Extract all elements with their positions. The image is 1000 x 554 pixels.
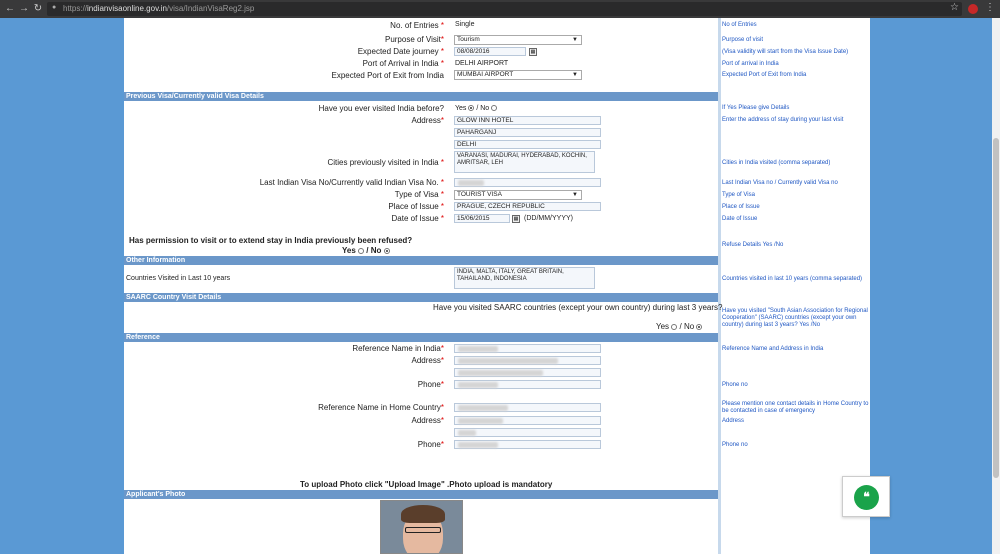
journey-help: (Visa validity will start from the Visa … [722,49,849,55]
place-of-issue-help: Place of Issue [722,204,760,210]
bookmark-star-icon[interactable]: ☆ [950,2,959,13]
visa-type-label: Type of Visa * [394,190,444,199]
cities-help: Cities in India visited (comma separated… [722,160,831,166]
date-format-hint: (DD/MM/YYYY) [524,215,573,222]
visited-before-label: Have you ever visited India before? [318,104,444,113]
home-address-label: Address* [411,416,444,425]
scrollbar-thumb[interactable] [993,138,999,478]
visited-no-radio[interactable] [491,105,498,112]
redacted-name [458,405,508,411]
arrival-label: Port of Arrival in India * [362,59,444,68]
browser-toolbar: ← → ↻ ● https://indianvisaonline.gov.in/… [0,0,1000,18]
refused-yes-radio[interactable] [358,247,365,254]
home-help: Please mention one contact details in Ho… [722,401,869,414]
redacted-address [458,370,543,376]
entries-help: No of Entries [722,22,757,28]
place-of-issue-input[interactable]: PRAGUE, CZECH REPUBLIC [454,202,601,211]
journey-date-input[interactable]: 08/08/2016 [454,47,526,56]
address-bar[interactable]: ● https://indianvisaonline.gov.in/visa/I… [47,2,962,16]
saarc-yes-radio[interactable] [671,323,678,330]
journey-label: Expected Date journey * [357,47,444,56]
exit-label: Expected Port of Exit from India [331,71,445,80]
redacted-address [458,358,558,364]
refused-radios: Yes / No [342,246,390,255]
forward-icon[interactable]: → [18,3,30,15]
other-info-section-title: Other Information [124,256,718,265]
calendar-icon[interactable]: ▦ [529,48,537,56]
redacted-phone [458,442,498,448]
home-name-label: Reference Name in Home Country* [318,403,444,412]
exit-help: Expected Port of Exit from India [722,72,807,78]
visited-before-radios: Yes / No [455,105,498,112]
visa-type-help: Type of Visa [722,192,755,198]
refused-no-radio[interactable] [383,247,390,254]
entries-value: Single [455,21,475,28]
arrival-value: DELHI AIRPORT [455,60,509,67]
entries-label: No. of Entries * [390,21,444,30]
redacted-name [458,346,498,352]
previous-visa-section-title: Previous Visa/Currently valid Visa Detai… [124,92,718,101]
india-address-label: Address* [411,356,444,365]
saarc-no-radio[interactable] [696,323,703,330]
url-text: https://indianvisaonline.gov.in/visa/Ind… [63,4,255,13]
lock-icon: ● [52,4,57,11]
date-of-issue-input[interactable]: 15/06/2015 [454,214,510,223]
visited-help: If Yes Please give Details [722,105,790,111]
countries-label: Countries Visited in Last 10 years [126,275,231,282]
date-of-issue-help: Date of Issue [722,216,758,222]
kebab-menu-icon[interactable]: ⋮ [985,2,995,13]
redacted-address [458,430,476,436]
reference-section-title: Reference [124,333,718,342]
scrollbar[interactable] [992,18,1000,554]
countries-textarea[interactable]: INDIA, MALTA, ITALY, GREAT BRITAIN, TAHA… [454,267,595,289]
purpose-label: Purpose of Visit* [384,35,444,44]
chat-widget[interactable]: ❝ [842,476,890,517]
saarc-radios: Yes / No [656,322,703,331]
visa-no-help: Last Indian Visa no / Currently valid Vi… [722,180,838,186]
place-of-issue-label: Place of Issue * [388,202,444,211]
address-line2-input[interactable]: PAHARGANJ [454,128,601,137]
home-phone-help: Phone no [722,442,748,448]
calendar-icon[interactable]: ▦ [512,215,520,223]
india-phone-help: Phone no [722,382,748,388]
address-line1-input[interactable]: GLOW INN HOTEL [454,116,601,125]
saarc-section-title: SAARC Country Visit Details [124,293,718,302]
visa-type-select[interactable]: TOURIST VISA ▼ [454,190,582,200]
address-help: Enter the address of stay during your la… [722,117,844,123]
saarc-help: Have you visited "South Asian Associatio… [722,308,868,328]
india-help: Reference Name and Address in India [722,346,824,352]
reload-icon[interactable]: ↻ [32,3,44,15]
countries-help: Countries visited in last 10 years (comm… [722,276,863,282]
home-address-line2-input[interactable] [454,428,601,437]
visa-no-label: Last Indian Visa No/Currently valid Indi… [259,178,444,187]
chat-quote-icon[interactable]: ❝ [854,485,879,510]
refused-question: Has permission to visit or to extend sta… [129,236,413,245]
applicant-photo-section-title: Applicant's Photo [124,490,718,499]
refused-help: Refuse Details Yes /No [722,242,784,248]
purpose-select[interactable]: Tourism ▼ [454,35,582,45]
home-address-help: Address [722,418,745,424]
cities-textarea[interactable]: VARANASI, MADURAI, HYDERABAD, KOCHIN, AM… [454,151,595,173]
exit-select[interactable]: MUMBAI AIRPORT ▼ [454,70,582,80]
cities-label: Cities previously visited in India * [327,158,444,167]
date-of-issue-label: Date of Issue * [391,214,445,223]
india-name-label: Reference Name in India* [352,344,444,353]
help-column [718,18,870,554]
back-icon[interactable]: ← [4,3,16,15]
purpose-help: Purpose of visit [722,37,764,43]
saarc-question: Have you visited SAARC countries (except… [433,303,723,312]
extension-icon[interactable] [968,4,978,14]
india-phone-label: Phone* [417,380,444,389]
applicant-photo [380,500,463,554]
address-line3-input[interactable]: DELHI [454,140,601,149]
redacted-address [458,418,503,424]
home-phone-label: Phone* [417,440,444,449]
visited-yes-radio[interactable] [468,105,475,112]
redacted-phone [458,382,498,388]
redacted-visa-no [458,180,484,186]
address-label: Address* [411,116,444,125]
arrival-help: Port of arrival in India [722,61,779,67]
photo-upload-note: To upload Photo click "Upload Image" .Ph… [300,480,553,489]
